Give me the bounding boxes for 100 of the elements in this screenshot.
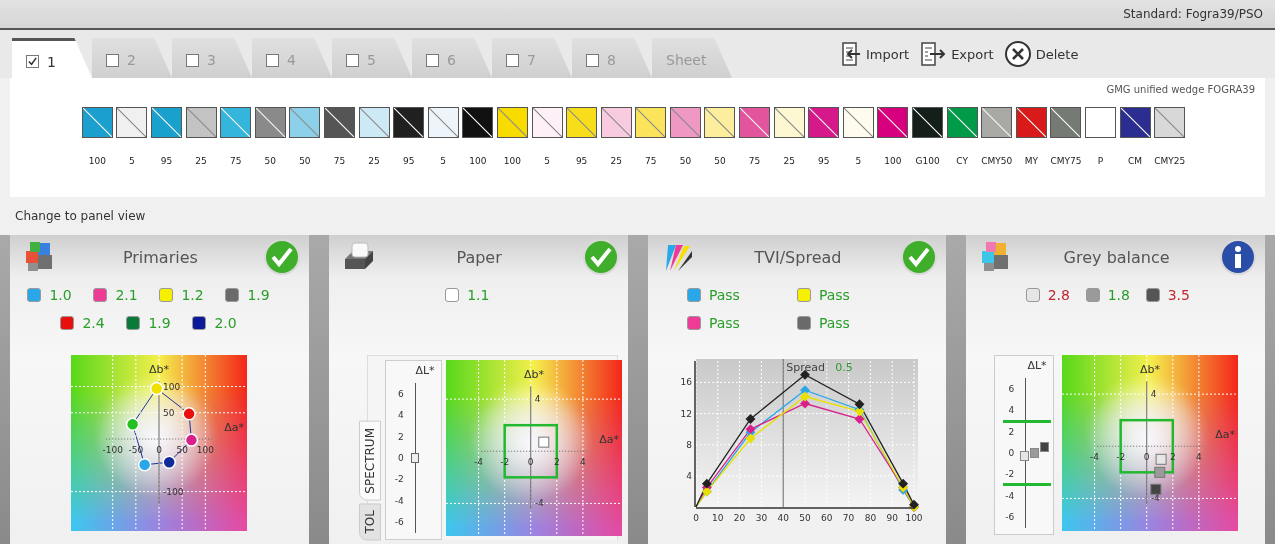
data-point — [138, 458, 152, 472]
data-point — [701, 478, 712, 489]
metric-value: Pass — [708, 287, 740, 303]
axis-tick-label: -50 — [128, 445, 144, 456]
scale-label: 6 — [397, 388, 404, 399]
patch-label: 5 — [855, 156, 862, 166]
scale-label: 0 — [397, 452, 404, 463]
axis-tick-label: 2 — [1169, 452, 1176, 463]
toolbar-button[interactable]: Delete — [1001, 40, 1081, 68]
tab[interactable]: 8 — [572, 38, 652, 78]
patch-label: 75 — [748, 156, 761, 166]
patch-label: 25 — [195, 156, 207, 166]
tab[interactable]: Sheet — [652, 38, 732, 78]
axis-tick-label: -4 — [534, 498, 544, 509]
checkbox[interactable] — [26, 55, 39, 68]
axis-title: Δa* — [598, 433, 619, 447]
axis-tick-label: 0 — [1143, 452, 1150, 463]
spread-label: Spread — [786, 361, 825, 374]
side-tab[interactable]: TOL — [358, 502, 381, 540]
patch-label: CMY75 — [1050, 156, 1082, 166]
patch-label: 95 — [818, 156, 830, 166]
axis-title: Δa* — [224, 421, 245, 435]
axis-tick-label: 100 — [197, 445, 215, 456]
data-point — [185, 433, 199, 447]
tab[interactable]: 2 — [92, 38, 172, 78]
checkbox[interactable] — [586, 53, 599, 67]
patch-label: 25 — [783, 156, 795, 166]
checkbox[interactable] — [506, 53, 519, 67]
metric-value: 1.9 — [148, 315, 171, 331]
panel-title: TVI/Spread — [753, 247, 843, 267]
axis-tick-label: 4 — [534, 394, 541, 405]
patch-label: 50 — [679, 156, 692, 166]
tab[interactable]: 1 — [12, 38, 92, 78]
metric-value: 2.8 — [1047, 287, 1070, 303]
tab[interactable]: 6 — [412, 38, 492, 78]
patch-label: 95 — [402, 156, 415, 166]
patch-label: 5 — [544, 156, 550, 166]
axis-tick-label: 20 — [733, 513, 746, 523]
standard-label: Standard: Fogra39/PSO — [1123, 7, 1263, 21]
scale-label: -2 — [394, 474, 404, 485]
axis-tick-label: 4 — [686, 470, 692, 481]
panel-title: Grey balance — [1062, 247, 1171, 267]
toolbar-button[interactable]: Export — [917, 40, 996, 68]
patch-label: P — [1097, 156, 1104, 166]
checkbox[interactable] — [346, 53, 359, 67]
panel-title: Paper — [455, 247, 503, 267]
axis-tick-label: 4 — [579, 457, 586, 468]
axis-tick-label: 50 — [176, 445, 189, 456]
scale-label: -6 — [394, 517, 404, 528]
axis-tick-label: 12 — [680, 408, 692, 419]
patch-label: 50 — [714, 156, 726, 166]
checkbox[interactable] — [266, 53, 279, 67]
patch-label: 5 — [129, 156, 135, 166]
axis-title: Δb* — [149, 363, 170, 376]
data-point — [745, 414, 756, 424]
patch-label: 100 — [88, 156, 106, 166]
data-point — [1153, 466, 1165, 478]
patch-label: 100 — [884, 156, 902, 166]
axis-tick-label: 50 — [799, 513, 811, 523]
axis-tick-label: 100 — [905, 513, 922, 523]
axis-tick-label: -4 — [1150, 493, 1160, 504]
slider-handle[interactable] — [410, 453, 419, 463]
scale-label: 0 — [1008, 447, 1015, 458]
data-point — [898, 478, 908, 489]
axis-tick-label: -100 — [102, 445, 124, 456]
tab[interactable]: 7 — [492, 38, 572, 78]
tab[interactable]: 5 — [332, 38, 412, 78]
scale-label: -6 — [1005, 512, 1015, 523]
wedge-title: GMG unified wedge FOGRA39 — [1106, 84, 1255, 95]
metric-value: 1.8 — [1107, 287, 1130, 303]
axis-tick-label: 40 — [777, 513, 789, 523]
metric-value: 1.0 — [49, 287, 72, 303]
patch-label: 5 — [440, 156, 447, 166]
patch-label: G100 — [915, 156, 940, 166]
axis-tick-label: 50 — [163, 407, 175, 418]
checkbox[interactable] — [186, 53, 199, 67]
scale-title: ΔL* — [415, 364, 436, 377]
side-tab[interactable]: SPECTRUM — [358, 420, 381, 501]
patch-label: 25 — [610, 156, 622, 166]
toolbar-button[interactable]: Import — [832, 40, 912, 68]
data-point — [1150, 483, 1161, 495]
tab[interactable]: 4 — [252, 38, 332, 78]
patch-label: 50 — [299, 156, 311, 166]
patch-label: 75 — [333, 156, 346, 166]
scale-label: -4 — [1005, 490, 1015, 501]
patch-label: CMY50 — [981, 156, 1013, 166]
data-point — [854, 414, 865, 424]
metric-value: 1.1 — [467, 287, 490, 303]
axis-tick-label: 0 — [693, 513, 699, 523]
view-link[interactable]: Change to panel view — [15, 209, 146, 223]
tab[interactable]: 3 — [172, 38, 252, 78]
axis-tick-label: 30 — [755, 513, 767, 523]
checkbox[interactable] — [106, 53, 119, 67]
checkbox[interactable] — [426, 53, 439, 67]
metric-value: Pass — [708, 315, 740, 331]
patch-label: CMY25 — [1154, 156, 1186, 166]
patch-label: MY — [1024, 156, 1038, 166]
patch-label: 95 — [575, 156, 588, 166]
axis-title: Δb* — [1139, 363, 1160, 376]
metric-value: Pass — [818, 315, 850, 331]
